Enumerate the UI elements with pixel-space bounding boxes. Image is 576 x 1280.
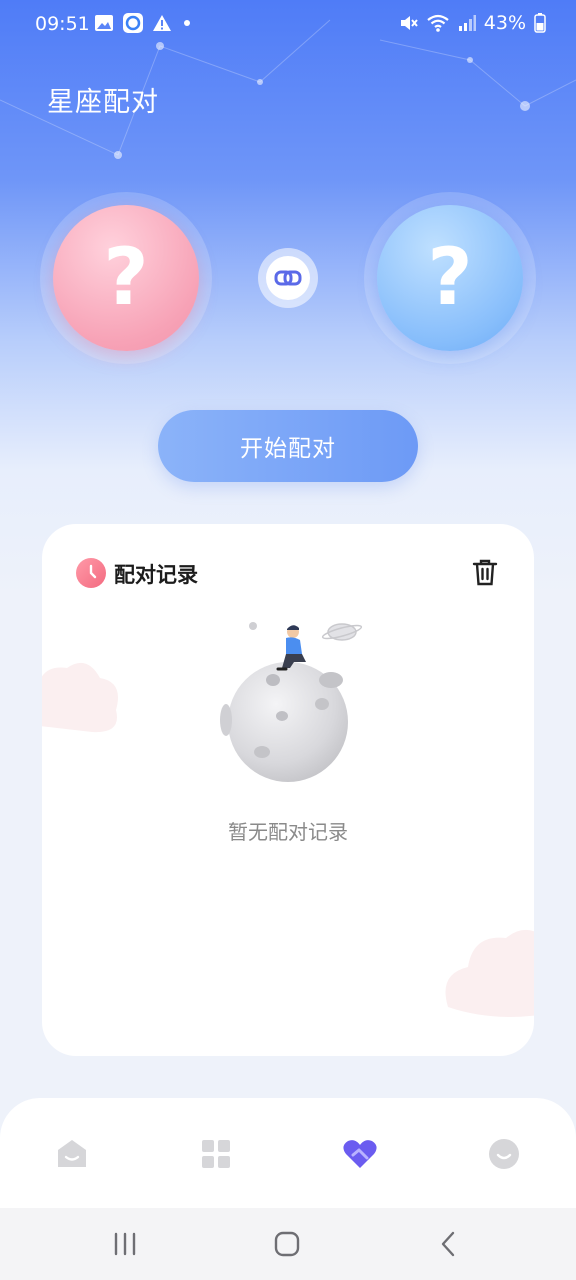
- bottom-tab-bar: [0, 1098, 576, 1210]
- app-icon: [123, 13, 143, 33]
- tab-pairing[interactable]: [340, 1134, 380, 1174]
- grid-icon: [202, 1140, 230, 1168]
- trash-icon[interactable]: [472, 558, 498, 586]
- status-notification-icons: [94, 12, 194, 34]
- clock-icon: [76, 558, 106, 588]
- record-title: 配对记录: [114, 563, 198, 587]
- battery-percent: 43%: [483, 12, 526, 34]
- tab-home[interactable]: [52, 1134, 92, 1174]
- right-question-mark: ?: [427, 233, 473, 323]
- status-time: 09:51: [35, 13, 90, 35]
- heart-pair-icon: [343, 1140, 377, 1168]
- home-button-icon[interactable]: [272, 1228, 302, 1260]
- signal-icon: [458, 15, 476, 31]
- wifi-icon: [427, 14, 449, 32]
- page-title: 星座配对: [47, 87, 159, 118]
- link-icon: [274, 270, 302, 286]
- back-icon[interactable]: [436, 1228, 462, 1260]
- left-question-mark: ?: [103, 233, 149, 323]
- dot-icon: [184, 20, 190, 26]
- empty-moon-illustration: [220, 622, 363, 782]
- mute-icon: [400, 16, 418, 30]
- link-badge: [258, 248, 318, 308]
- warning-icon: [153, 15, 171, 31]
- start-pairing-button[interactable]: 开始配对: [158, 410, 418, 482]
- cloud-decoration-right: [445, 930, 534, 1017]
- system-navigation-bar: [0, 1208, 576, 1280]
- pairing-record-card: 配对记录 暂无配对记录: [42, 524, 534, 1056]
- tab-discover[interactable]: [196, 1134, 236, 1174]
- image-icon: [95, 15, 113, 31]
- left-sign-selector[interactable]: ?: [53, 205, 199, 351]
- profile-icon: [489, 1139, 519, 1169]
- cloud-decoration-left: [42, 662, 118, 733]
- right-sign-selector[interactable]: ?: [377, 205, 523, 351]
- home-icon: [58, 1140, 86, 1167]
- recent-apps-icon[interactable]: [112, 1228, 138, 1260]
- status-bar: 09:51 43%: [0, 0, 576, 48]
- empty-record-text: 暂无配对记录: [228, 820, 348, 844]
- battery-icon: [534, 13, 546, 33]
- tab-profile[interactable]: [484, 1134, 524, 1174]
- status-system-icons: 43%: [398, 12, 546, 34]
